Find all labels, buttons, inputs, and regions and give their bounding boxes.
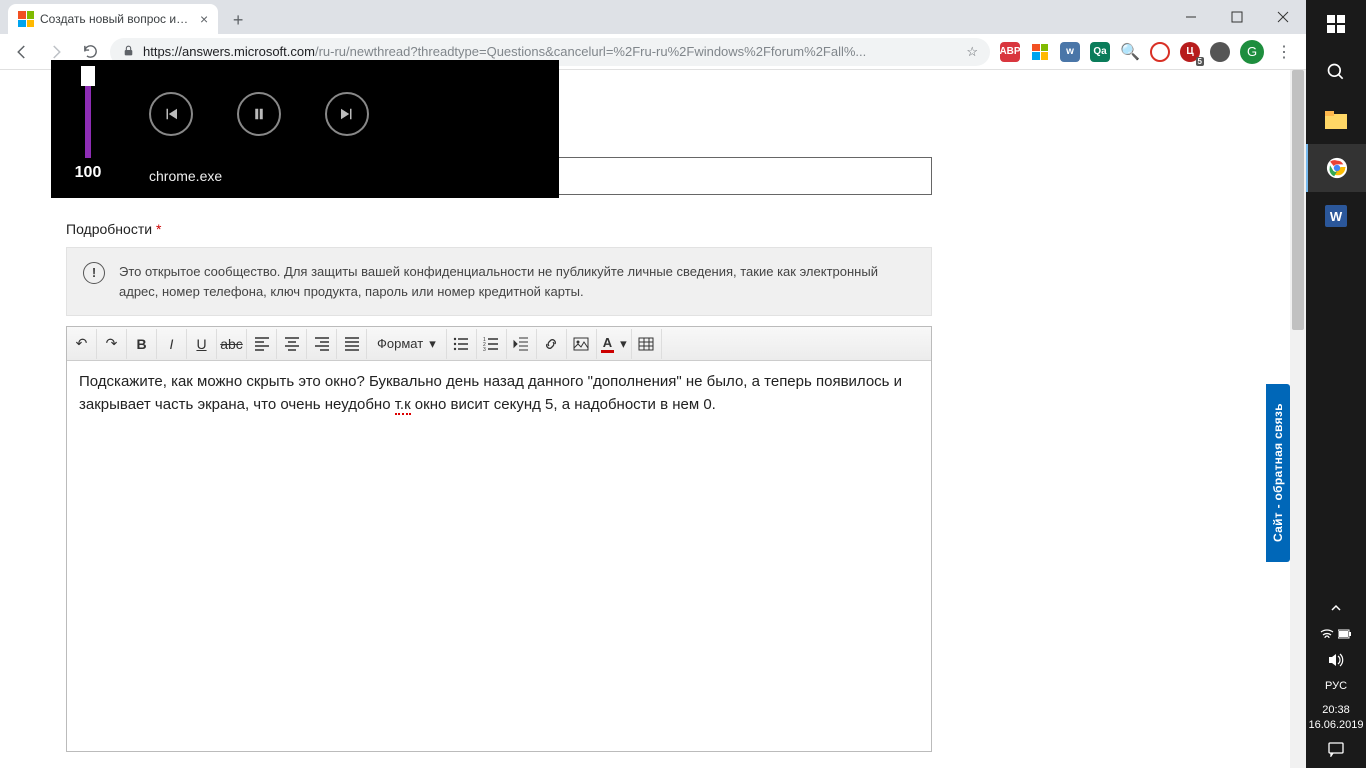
extension-icons: ABP w Qa 🔍 Ц5	[996, 42, 1234, 62]
link-button[interactable]	[537, 329, 567, 359]
volume-media-overlay: 100 chrome.exe	[51, 60, 559, 198]
browser-tab[interactable]: Создать новый вопрос или нач ×	[8, 4, 218, 34]
taskbar-explorer-icon[interactable]	[1306, 96, 1366, 144]
editor-toolbar: ↶ ↷ B I U abc Формат▾ 123	[67, 327, 931, 361]
new-tab-button[interactable]: +	[224, 6, 252, 34]
tray-expand-button[interactable]	[1306, 595, 1366, 621]
align-right-button[interactable]	[307, 329, 337, 359]
taskbar-search-button[interactable]	[1306, 48, 1366, 96]
chrome-tabstrip: Создать новый вопрос или нач × +	[0, 0, 1306, 34]
url-text: https://answers.microsoft.com/ru-ru/newt…	[143, 44, 866, 59]
badge-extension-icon[interactable]: Ц5	[1180, 42, 1200, 62]
align-justify-button[interactable]	[337, 329, 367, 359]
tray-network-icon[interactable]	[1306, 621, 1366, 647]
back-button[interactable]	[8, 38, 36, 66]
spellcheck-error: т.к	[395, 396, 411, 415]
redo-button[interactable]: ↷	[97, 329, 127, 359]
volume-slider-thumb[interactable]	[81, 66, 95, 86]
volume-panel: 100	[51, 60, 125, 198]
ms-extension-icon[interactable]	[1030, 42, 1050, 62]
profile-avatar[interactable]: G	[1240, 40, 1264, 64]
maximize-button[interactable]	[1214, 0, 1260, 34]
taskbar-word-icon[interactable]: W	[1306, 192, 1366, 240]
taskbar-chrome-icon[interactable]	[1306, 144, 1366, 192]
format-dropdown[interactable]: Формат▾	[367, 329, 447, 359]
chrome-menu-button[interactable]: ⋮	[1270, 38, 1298, 66]
table-button[interactable]	[632, 329, 662, 359]
font-color-button[interactable]: A▾	[597, 329, 632, 359]
image-button[interactable]	[567, 329, 597, 359]
opera-extension-icon[interactable]	[1150, 42, 1170, 62]
tray-action-center-icon[interactable]	[1306, 736, 1366, 762]
close-window-button[interactable]	[1260, 0, 1306, 34]
media-next-button[interactable]	[325, 92, 369, 136]
feedback-tab[interactable]: Сайт - обратная связь	[1266, 384, 1290, 562]
window-controls	[1168, 0, 1306, 34]
outdent-button[interactable]	[507, 329, 537, 359]
media-prev-button[interactable]	[149, 92, 193, 136]
start-button[interactable]	[1306, 0, 1366, 48]
qa-extension-icon[interactable]: Qa	[1090, 42, 1110, 62]
numbered-list-button[interactable]: 123	[477, 329, 507, 359]
privacy-notice: ! Это открытое сообщество. Для защиты ва…	[66, 247, 932, 316]
search-extension-icon[interactable]: 🔍	[1120, 42, 1140, 62]
editor-body[interactable]: Подскажите, как можно скрыть это окно? Б…	[67, 361, 931, 751]
media-pause-button[interactable]	[237, 92, 281, 136]
underline-button[interactable]: U	[187, 329, 217, 359]
ms-favicon	[18, 11, 34, 27]
media-panel: chrome.exe	[125, 60, 559, 198]
windows-taskbar: W РУС 20:3816.06.2019	[1306, 0, 1366, 768]
required-asterisk: *	[156, 221, 161, 237]
tab-title: Создать новый вопрос или нач	[40, 12, 190, 26]
bookmark-star-icon[interactable]: ☆	[966, 44, 978, 60]
tray-language[interactable]: РУС	[1306, 673, 1366, 699]
italic-button[interactable]: I	[157, 329, 187, 359]
chevron-down-icon: ▾	[620, 336, 627, 352]
rich-text-editor: ↶ ↷ B I U abc Формат▾ 123	[66, 326, 932, 752]
tray-volume-icon[interactable]	[1306, 647, 1366, 673]
scrollbar-thumb[interactable]	[1292, 70, 1304, 330]
media-app-name: chrome.exe	[125, 168, 559, 198]
grey-extension-icon[interactable]	[1210, 42, 1230, 62]
minimize-button[interactable]	[1168, 0, 1214, 34]
undo-button[interactable]: ↶	[67, 329, 97, 359]
vk-extension-icon[interactable]: w	[1060, 42, 1080, 62]
notice-text: Это открытое сообщество. Для защиты ваше…	[119, 262, 915, 301]
tab-close-icon[interactable]: ×	[200, 11, 208, 27]
align-center-button[interactable]	[277, 329, 307, 359]
info-icon: !	[83, 262, 105, 284]
strikethrough-button[interactable]: abc	[217, 329, 247, 359]
bullet-list-button[interactable]	[447, 329, 477, 359]
page-scrollbar[interactable]	[1290, 70, 1306, 768]
question-form: Подробности * ! Это открытое сообщество.…	[66, 157, 932, 752]
svg-text:3: 3	[483, 347, 486, 352]
abp-extension-icon[interactable]: ABP	[1000, 42, 1020, 62]
details-label: Подробности *	[66, 221, 932, 237]
volume-value: 100	[75, 164, 102, 182]
volume-slider[interactable]	[85, 70, 91, 158]
chevron-down-icon: ▾	[429, 336, 436, 352]
tray-clock[interactable]: 20:3816.06.2019	[1308, 699, 1363, 736]
lock-icon	[122, 44, 135, 60]
bold-button[interactable]: B	[127, 329, 157, 359]
align-left-button[interactable]	[247, 329, 277, 359]
